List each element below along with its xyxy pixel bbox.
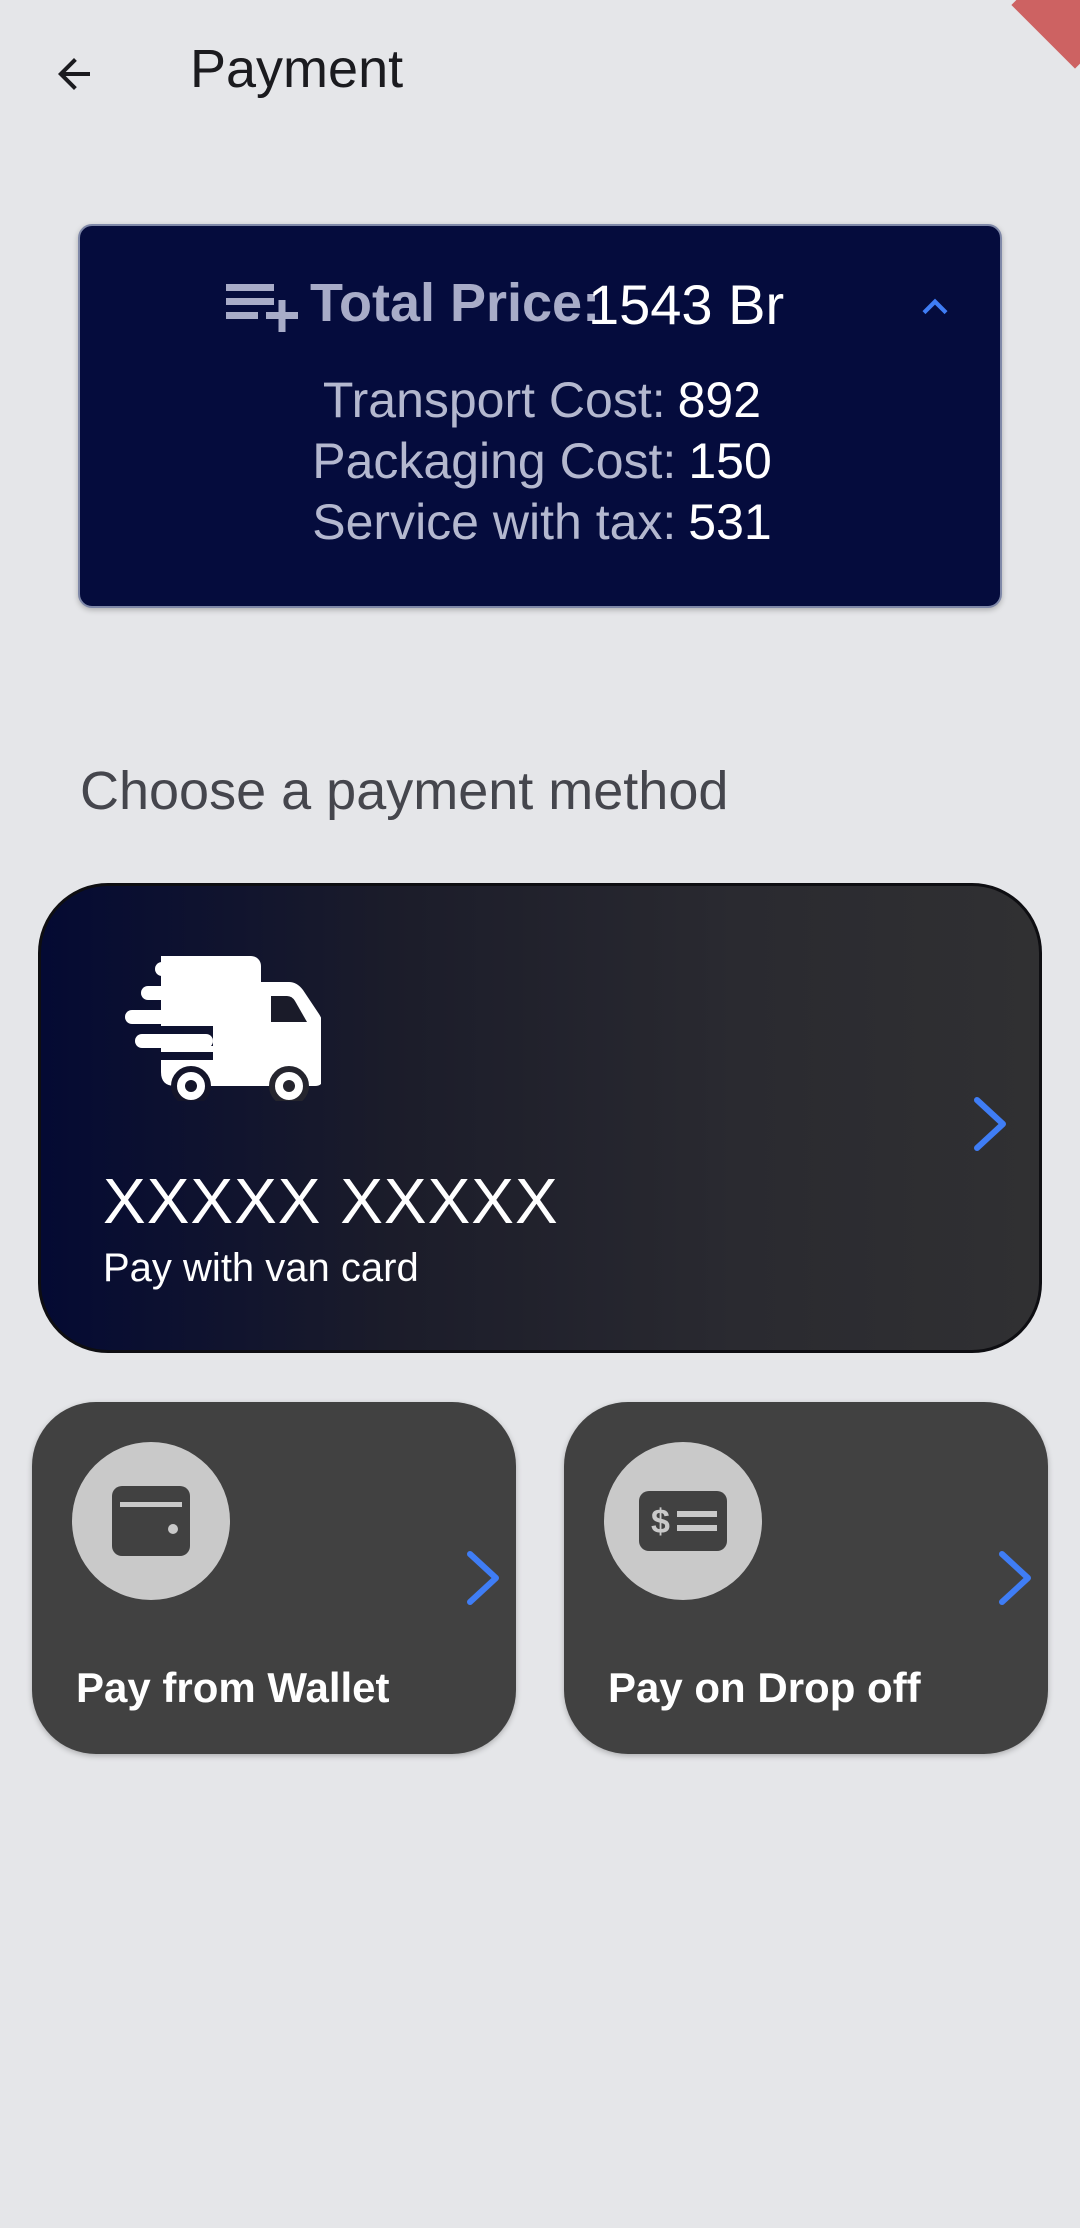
cost-value: 892 [677,372,762,428]
transport-cost-line: Transport Cost: 892 [80,370,1004,431]
back-button[interactable] [36,36,112,112]
section-title: Choose a payment method [80,761,729,821]
packaging-cost-line: Packaging Cost: 150 [80,431,1004,492]
option-label: Pay from Wallet [76,1664,390,1711]
page-title: Payment [190,39,404,99]
cost-value: 150 [688,433,772,489]
total-price-label: Total Price: [310,273,601,333]
pay-on-drop-off-option[interactable]: $ Pay on Drop off [564,1402,1048,1754]
wallet-icon [112,1486,190,1556]
arrow-back-icon [58,58,90,90]
van-card-option[interactable]: XXXXX XXXXX Pay with van card [38,883,1042,1353]
cost-label: Service with tax: [312,494,677,550]
total-price-value: 1543 Br [588,273,785,336]
chevron-up-icon [922,298,948,315]
option-label: Pay on Drop off [608,1664,921,1711]
cost-value: 531 [688,494,772,550]
cost-breakdown: Transport Cost: 892 Packaging Cost: 150 Se… [80,370,1004,553]
service-tax-line: Service with tax: 531 [80,492,1004,553]
card-subtitle: Pay with van card [103,1246,419,1290]
chevron-right-icon [467,1551,499,1605]
chevron-right-icon [974,1097,1006,1151]
playlist-add-icon [226,284,298,332]
cost-label: Packaging Cost: [312,433,677,489]
total-price-row[interactable]: Total Price: 1543 Br [80,266,1004,346]
collapse-button[interactable] [910,282,960,332]
wallet-icon-circle [72,1442,230,1600]
cost-label: Transport Cost: [322,372,666,428]
price-summary-card: Total Price: 1543 Br Transport Cost: 892 … [78,224,1002,608]
shipping-fast-icon [125,956,321,1101]
pay-from-wallet-option[interactable]: Pay from Wallet [32,1402,516,1754]
chevron-right-icon [999,1551,1031,1605]
svg-text:$: $ [651,1503,670,1541]
app-bar: Payment [0,0,1080,150]
cash-icon-circle: $ [604,1442,762,1600]
card-number: XXXXX XXXXX [103,1165,559,1237]
cash-icon: $ [639,1491,727,1551]
